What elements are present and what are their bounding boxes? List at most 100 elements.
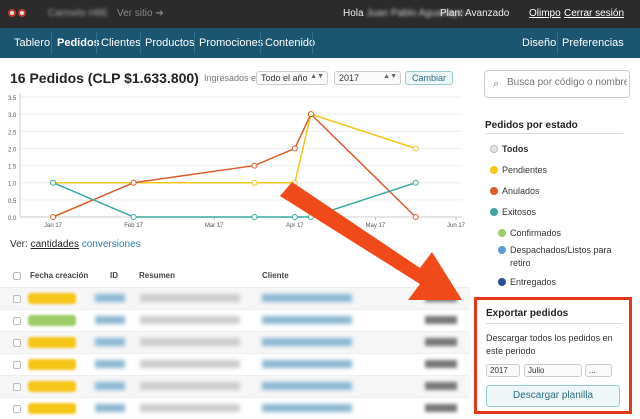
order-id[interactable] bbox=[95, 360, 125, 368]
export-panel: Exportar pedidos Descargar todos los ped… bbox=[474, 297, 632, 414]
logout-link[interactable]: Cerrar sesión bbox=[564, 8, 624, 19]
y-tick-label: 1.5 bbox=[8, 165, 17, 171]
date-badge bbox=[28, 359, 76, 370]
row-checkbox[interactable] bbox=[13, 317, 21, 325]
search-input[interactable] bbox=[507, 77, 627, 88]
date-badge bbox=[28, 315, 76, 326]
x-tick-label: Jan 17 bbox=[44, 223, 63, 229]
series-point bbox=[50, 214, 56, 220]
order-amount bbox=[425, 316, 457, 324]
table-row[interactable] bbox=[0, 375, 470, 397]
client-link[interactable] bbox=[262, 316, 352, 324]
order-id[interactable] bbox=[95, 316, 125, 324]
series-point bbox=[251, 179, 258, 186]
y-tick-label: 3.0 bbox=[8, 113, 17, 119]
export-month-value: Julio bbox=[528, 366, 545, 375]
ver-toggle: Ver: cantidades conversiones bbox=[10, 239, 141, 250]
status-filter-6[interactable]: Entregados bbox=[510, 277, 556, 287]
status-filter-0[interactable]: Todos bbox=[502, 144, 528, 154]
ver-label: Ver: bbox=[10, 239, 28, 250]
cantidades-link[interactable]: cantidades bbox=[31, 239, 79, 250]
client-link[interactable] bbox=[262, 382, 352, 390]
series-point bbox=[291, 145, 298, 152]
y-tick-label: 0.5 bbox=[8, 199, 17, 205]
series-point bbox=[251, 162, 258, 169]
status-filter-1[interactable]: Pendientes bbox=[502, 165, 547, 175]
order-summary bbox=[140, 360, 240, 368]
export-description: Descargar todos los pedidos en este peri… bbox=[486, 333, 613, 356]
status-filter-3[interactable]: Exitosos bbox=[502, 207, 536, 217]
y-tick-label: 2.5 bbox=[8, 130, 17, 136]
export-month-select[interactable]: Julio bbox=[524, 364, 582, 377]
order-id[interactable] bbox=[95, 404, 125, 412]
order-summary bbox=[140, 404, 240, 412]
search-box[interactable]: ⌕ bbox=[484, 70, 630, 98]
status-filter-5[interactable]: Despachados/Listos para bbox=[510, 245, 612, 255]
series-point bbox=[130, 179, 137, 186]
order-id[interactable] bbox=[95, 294, 125, 302]
date-badge bbox=[28, 337, 76, 348]
status-filter-2[interactable]: Anulados bbox=[502, 186, 540, 196]
col-id[interactable]: ID bbox=[110, 271, 118, 280]
col-fecha[interactable]: Fecha creación bbox=[30, 271, 88, 280]
order-amount bbox=[425, 294, 457, 302]
status-dot bbox=[490, 166, 498, 174]
x-tick-label: Feb 17 bbox=[124, 223, 143, 229]
order-id[interactable] bbox=[95, 338, 125, 346]
export-extra-select[interactable]: ... bbox=[585, 364, 612, 377]
olimpo-link[interactable]: Olimpo bbox=[529, 8, 561, 19]
y-tick-label: 1.0 bbox=[8, 182, 17, 188]
estado-heading: Pedidos por estado bbox=[485, 120, 578, 131]
col-resumen[interactable]: Resumen bbox=[139, 271, 175, 280]
nav-preferencias[interactable]: Preferencias bbox=[562, 37, 624, 49]
series-point bbox=[307, 111, 314, 118]
client-link[interactable] bbox=[262, 338, 352, 346]
export-extra-value: ... bbox=[589, 366, 596, 375]
status-dot bbox=[498, 278, 506, 286]
order-amount bbox=[425, 404, 457, 412]
export-year-value: 2017 bbox=[490, 366, 508, 375]
col-cliente[interactable]: Cliente bbox=[262, 271, 289, 280]
status-dot bbox=[490, 187, 498, 195]
table-row[interactable] bbox=[0, 397, 470, 419]
client-link[interactable] bbox=[262, 404, 352, 412]
row-checkbox[interactable] bbox=[13, 295, 21, 303]
row-checkbox[interactable] bbox=[13, 339, 21, 347]
row-checkbox[interactable] bbox=[13, 405, 21, 413]
table-row[interactable] bbox=[0, 287, 470, 309]
table-row[interactable] bbox=[0, 309, 470, 331]
status-filter-4[interactable]: Confirmados bbox=[510, 228, 561, 238]
series-point bbox=[307, 214, 314, 220]
series-point bbox=[412, 145, 419, 152]
order-amount bbox=[425, 382, 457, 390]
series-point bbox=[291, 179, 298, 186]
x-tick-label: Apr 17 bbox=[286, 223, 304, 229]
y-tick-label: 3.5 bbox=[8, 96, 17, 102]
row-checkbox[interactable] bbox=[13, 383, 21, 391]
nav-diseno[interactable]: Diseño bbox=[522, 37, 556, 49]
status-dot bbox=[498, 246, 506, 254]
order-id[interactable] bbox=[95, 382, 125, 390]
y-tick-label: 0.0 bbox=[8, 216, 17, 222]
series-point bbox=[412, 214, 419, 220]
x-tick-label: May 17 bbox=[366, 223, 386, 229]
series-point bbox=[130, 214, 137, 220]
conversiones-link[interactable]: conversiones bbox=[82, 239, 141, 250]
status-filter-5-line2[interactable]: retiro bbox=[510, 258, 531, 268]
export-year-select[interactable]: 2017 bbox=[486, 364, 520, 377]
download-spreadsheet-button[interactable]: Descargar planilla bbox=[486, 385, 620, 407]
select-all-checkbox[interactable] bbox=[13, 272, 21, 280]
order-summary bbox=[140, 338, 240, 346]
table-row[interactable] bbox=[0, 353, 470, 375]
date-badge bbox=[28, 403, 76, 414]
divider bbox=[486, 323, 622, 324]
search-icon: ⌕ bbox=[493, 78, 500, 90]
table-row[interactable] bbox=[0, 331, 470, 353]
row-checkbox[interactable] bbox=[13, 361, 21, 369]
order-summary bbox=[140, 294, 240, 302]
orders-chart: 0.0 0.5 1.0 1.5 2.0 2.5 3.0 3.5 Jan 17 Feb 17 Mar … bbox=[8, 93, 466, 229]
client-link[interactable] bbox=[262, 294, 352, 302]
series-point bbox=[412, 179, 419, 186]
client-link[interactable] bbox=[262, 360, 352, 368]
order-amount bbox=[425, 360, 457, 368]
